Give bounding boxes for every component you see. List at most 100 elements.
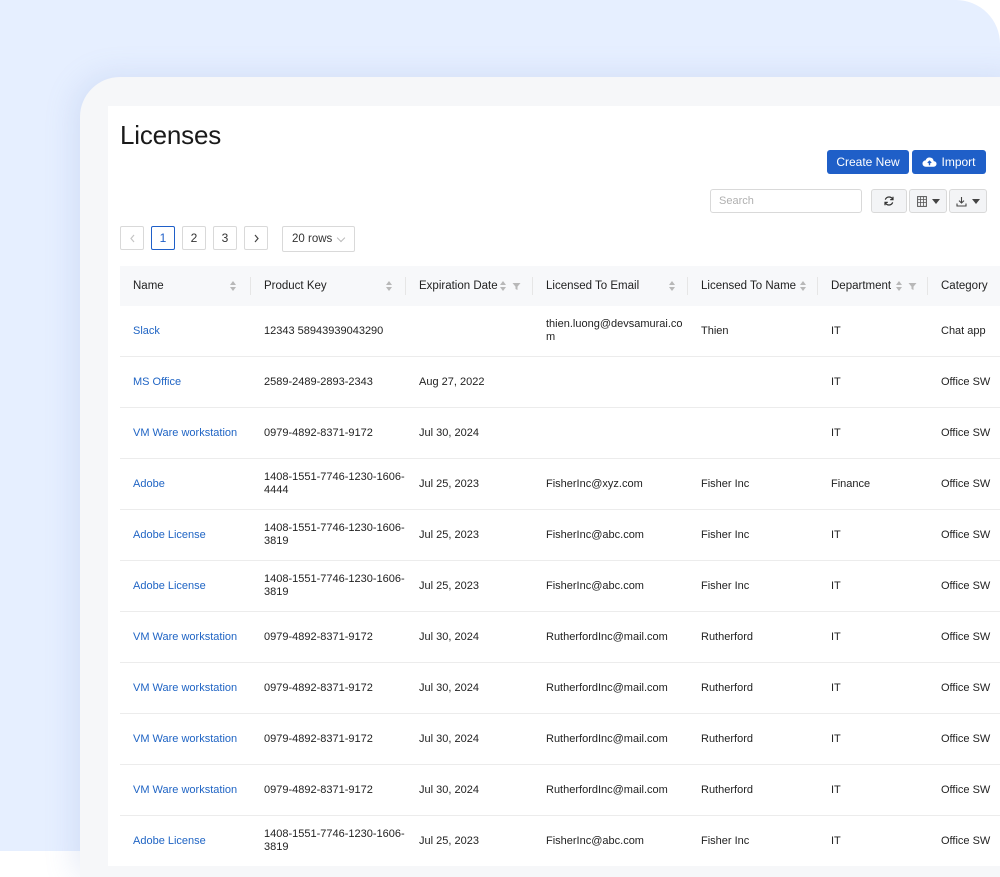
pagination-page-2[interactable]: 2 (182, 226, 206, 250)
filter-icon[interactable] (908, 282, 917, 291)
category-cell: Office SW (928, 662, 1000, 714)
license-name-link[interactable]: Adobe License (120, 509, 251, 561)
expiration-date-cell: Jul 30, 2024 (406, 611, 533, 663)
license-name-link[interactable]: Adobe (120, 458, 251, 510)
expiration-date-cell: Jul 25, 2023 (406, 815, 533, 866)
table-row[interactable]: Adobe License 1408-1551-7746-1230-1606-3… (120, 509, 1000, 561)
column-header-label: Name (133, 280, 164, 292)
chevron-down-icon (337, 233, 346, 242)
chevron-down-icon (931, 198, 940, 204)
import-button-label: Import (941, 155, 976, 169)
department-cell: IT (818, 356, 928, 408)
licensed-name-cell: Rutherford (688, 611, 818, 663)
table-row[interactable]: VM Ware workstation 0979-4892-8371-9172 … (120, 764, 1000, 816)
pagination-page-3[interactable]: 3 (213, 226, 237, 250)
column-header-label: Department (831, 280, 892, 292)
search-input[interactable] (710, 189, 862, 213)
pagination-next-button[interactable] (244, 226, 268, 250)
table-row[interactable]: VM Ware workstation 0979-4892-8371-9172 … (120, 611, 1000, 663)
category-cell: Office SW (928, 560, 1000, 612)
department-cell: IT (818, 407, 928, 459)
pagination-prev-button[interactable] (120, 226, 144, 250)
licensed-name-cell: Fisher Inc (688, 815, 818, 866)
sort-icon[interactable] (669, 281, 675, 291)
download-icon (956, 196, 967, 207)
table-row[interactable]: Adobe License 1408-1551-7746-1230-1606-3… (120, 560, 1000, 612)
refresh-button[interactable] (871, 189, 907, 213)
product-key-cell: 0979-4892-8371-9172 (251, 713, 406, 765)
category-cell: Office SW (928, 764, 1000, 816)
column-header-label: Expiration Date (419, 280, 498, 292)
column-header-department[interactable]: Department (818, 266, 928, 306)
export-menu-button[interactable] (949, 189, 987, 213)
product-key-cell: 12343 58943939043290 (251, 306, 406, 357)
department-cell: Finance (818, 458, 928, 510)
column-header-label: Category (941, 280, 988, 292)
filter-icon[interactable] (512, 282, 521, 291)
page-title: Licenses (120, 120, 222, 150)
licensed-name-cell: Thien (688, 306, 818, 357)
category-cell: Office SW (928, 458, 1000, 510)
licensed-name-cell: Rutherford (688, 764, 818, 816)
chevron-right-icon (254, 234, 259, 242)
sort-icon[interactable] (386, 281, 392, 291)
expiration-date-cell (406, 306, 533, 357)
licensed-name-cell (688, 407, 818, 459)
table-row[interactable]: Adobe License 1408-1551-7746-1230-1606-3… (120, 815, 1000, 866)
licensed-name-cell: Fisher Inc (688, 509, 818, 561)
table-row[interactable]: Slack 12343 58943939043290 thien.luong@d… (120, 306, 1000, 357)
column-header-expiration-date[interactable]: Expiration Date (406, 266, 533, 306)
licensed-email-cell: thien.luong@devsamurai.com (533, 306, 688, 357)
import-button[interactable]: Import (912, 150, 986, 174)
sort-icon[interactable] (230, 281, 236, 291)
licensed-email-cell: FisherInc@abc.com (533, 509, 688, 561)
licensed-email-cell (533, 407, 688, 459)
product-key-cell: 1408-1551-7746-1230-1606-3819 (251, 509, 406, 561)
column-header-product-key[interactable]: Product Key (251, 266, 406, 306)
licensed-email-cell: RutherfordInc@mail.com (533, 662, 688, 714)
table-row[interactable]: VM Ware workstation 0979-4892-8371-9172 … (120, 662, 1000, 714)
sort-icon[interactable] (800, 281, 806, 291)
column-header-name[interactable]: Name (120, 266, 251, 306)
department-cell: IT (818, 611, 928, 663)
category-cell: Office SW (928, 407, 1000, 459)
expiration-date-cell: Jul 30, 2024 (406, 407, 533, 459)
product-key-cell: 1408-1551-7746-1230-1606-4444 (251, 458, 406, 510)
columns-menu-button[interactable] (909, 189, 947, 213)
column-header-licensed-to-name[interactable]: Licensed To Name (688, 266, 818, 306)
department-cell: IT (818, 815, 928, 866)
license-name-link[interactable]: VM Ware workstation (120, 764, 251, 816)
product-key-cell: 0979-4892-8371-9172 (251, 662, 406, 714)
department-cell: IT (818, 560, 928, 612)
licensed-email-cell: RutherfordInc@mail.com (533, 713, 688, 765)
sort-icon[interactable] (896, 281, 902, 291)
license-name-link[interactable]: Slack (120, 306, 251, 357)
department-cell: IT (818, 509, 928, 561)
license-name-link[interactable]: Adobe License (120, 560, 251, 612)
rows-per-page-select[interactable]: 20 rows (282, 226, 355, 252)
license-name-link[interactable]: VM Ware workstation (120, 407, 251, 459)
create-new-button[interactable]: Create New (827, 150, 909, 174)
table-header-row: Name Product Key Expiration Date License… (120, 266, 1000, 306)
product-key-cell: 0979-4892-8371-9172 (251, 611, 406, 663)
table-row[interactable]: MS Office 2589-2489-2893-2343 Aug 27, 20… (120, 356, 1000, 408)
license-name-link[interactable]: VM Ware workstation (120, 713, 251, 765)
column-header-licensed-to-email[interactable]: Licensed To Email (533, 266, 688, 306)
licensed-name-cell: Rutherford (688, 713, 818, 765)
expiration-date-cell: Jul 25, 2023 (406, 560, 533, 612)
category-cell: Office SW (928, 356, 1000, 408)
pagination-page-1[interactable]: 1 (151, 226, 175, 250)
licensed-email-cell: FisherInc@abc.com (533, 560, 688, 612)
department-cell: IT (818, 764, 928, 816)
table-row[interactable]: VM Ware workstation 0979-4892-8371-9172 … (120, 407, 1000, 459)
license-name-link[interactable]: Adobe License (120, 815, 251, 866)
sort-icon[interactable] (500, 281, 506, 291)
column-header-category[interactable]: Category (928, 266, 1000, 306)
license-name-link[interactable]: VM Ware workstation (120, 611, 251, 663)
license-name-link[interactable]: MS Office (120, 356, 251, 408)
table-row[interactable]: VM Ware workstation 0979-4892-8371-9172 … (120, 713, 1000, 765)
license-name-link[interactable]: VM Ware workstation (120, 662, 251, 714)
category-cell: Office SW (928, 815, 1000, 866)
table-row[interactable]: Adobe 1408-1551-7746-1230-1606-4444 Jul … (120, 458, 1000, 510)
licensed-name-cell: Fisher Inc (688, 458, 818, 510)
